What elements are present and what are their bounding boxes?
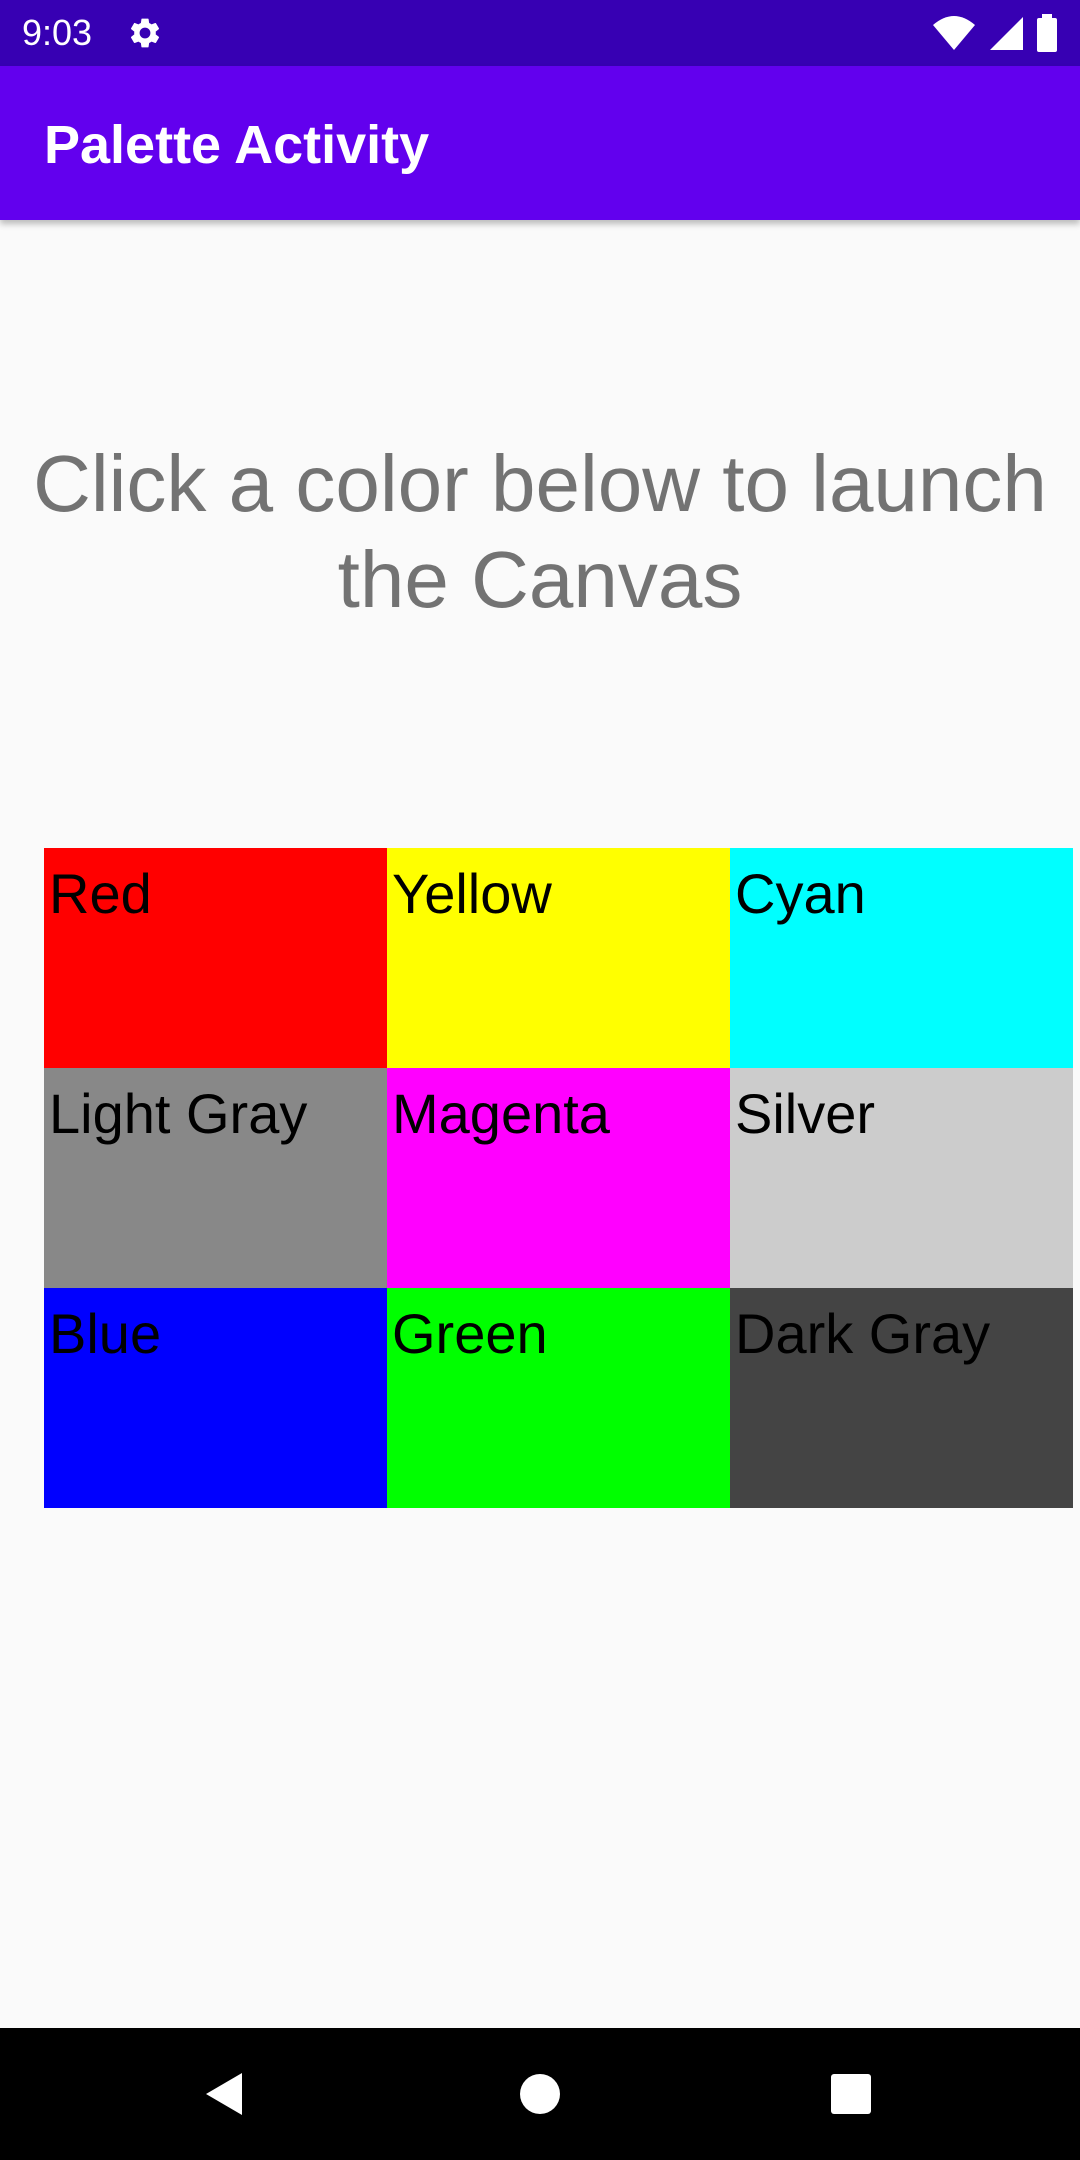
status-bar: 9:03 [0, 0, 1080, 66]
color-swatch-label: Silver [735, 1082, 876, 1145]
home-icon [520, 2074, 560, 2114]
color-swatch-green[interactable]: Green [387, 1288, 730, 1508]
color-swatch-label: Blue [49, 1302, 162, 1365]
color-palette-grid: Red Yellow Cyan Light Gray Magenta Silve… [44, 848, 1073, 1508]
color-swatch-label: Green [392, 1302, 548, 1365]
status-icons [932, 14, 1058, 52]
color-swatch-light-gray[interactable]: Light Gray [44, 1068, 387, 1288]
navigation-bar [0, 2028, 1080, 2160]
recents-icon [831, 2074, 871, 2114]
recents-button[interactable] [815, 2058, 887, 2130]
color-swatch-label: Cyan [735, 862, 866, 925]
color-swatch-label: Magenta [392, 1082, 610, 1145]
status-time: 9:03 [22, 12, 93, 53]
color-swatch-magenta[interactable]: Magenta [387, 1068, 730, 1288]
home-button[interactable] [504, 2058, 576, 2130]
back-icon [206, 2073, 242, 2115]
color-swatch-label: Light Gray [49, 1082, 308, 1145]
wifi-icon [933, 16, 975, 50]
app-title: Palette Activity [44, 115, 430, 175]
color-swatch-yellow[interactable]: Yellow [387, 848, 730, 1068]
color-swatch-dark-gray[interactable]: Dark Gray [730, 1288, 1073, 1508]
color-swatch-red[interactable]: Red [44, 848, 387, 1068]
color-swatch-label: Red [49, 862, 152, 925]
color-swatch-label: Yellow [392, 862, 552, 925]
instruction-text: Click a color below to launch the Canvas [33, 439, 1047, 624]
settings-icon [130, 18, 160, 48]
cellular-signal-icon [990, 17, 1023, 50]
app-bar: Palette Activity [0, 66, 1080, 220]
back-button[interactable] [190, 2058, 262, 2130]
color-swatch-blue[interactable]: Blue [44, 1288, 387, 1508]
battery-icon [1037, 14, 1057, 52]
color-swatch-cyan[interactable]: Cyan [730, 848, 1073, 1068]
color-swatch-label: Dark Gray [735, 1302, 991, 1365]
color-swatch-silver[interactable]: Silver [730, 1068, 1073, 1288]
